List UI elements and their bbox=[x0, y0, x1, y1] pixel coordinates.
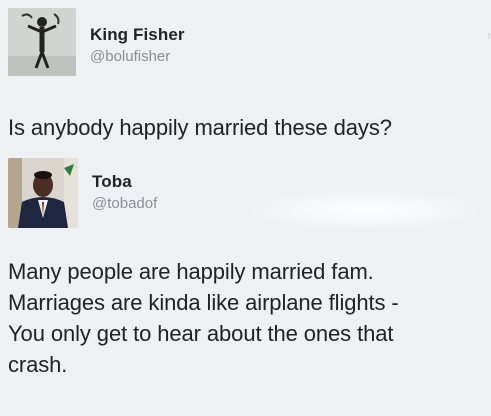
chevron-down-icon: › bbox=[487, 28, 491, 42]
tweet-1-header: King Fisher @bolufisher bbox=[8, 8, 185, 76]
tweet-2-text-line: You only get to hear about the ones that bbox=[8, 321, 394, 346]
man-in-suit-avatar-icon bbox=[8, 158, 78, 228]
tweet-2-header: Toba @tobadof bbox=[8, 158, 157, 228]
redacted-region bbox=[250, 190, 480, 230]
avatar[interactable] bbox=[8, 8, 76, 76]
tweet-1-name-block: King Fisher @bolufisher bbox=[90, 25, 185, 65]
handle[interactable]: @bolufisher bbox=[90, 48, 185, 65]
tweet-2-text-line: Many people are happily married fam. bbox=[8, 259, 374, 284]
tweet-1-text: Is anybody happily married these days? bbox=[8, 115, 392, 140]
tweet-2-name-block: Toba @tobadof bbox=[92, 172, 157, 212]
avatar[interactable] bbox=[8, 158, 78, 228]
tweet-2-text: Many people are happily married fam. Mar… bbox=[8, 256, 399, 380]
handle[interactable]: @tobadof bbox=[92, 195, 157, 212]
skeleton-figure-avatar-icon bbox=[8, 8, 76, 76]
display-name[interactable]: Toba bbox=[92, 172, 157, 192]
tweet-2-text-line: crash. bbox=[8, 352, 68, 377]
display-name[interactable]: King Fisher bbox=[90, 25, 185, 45]
tweet-2-text-line: Marriages are kinda like airplane flight… bbox=[8, 290, 399, 315]
